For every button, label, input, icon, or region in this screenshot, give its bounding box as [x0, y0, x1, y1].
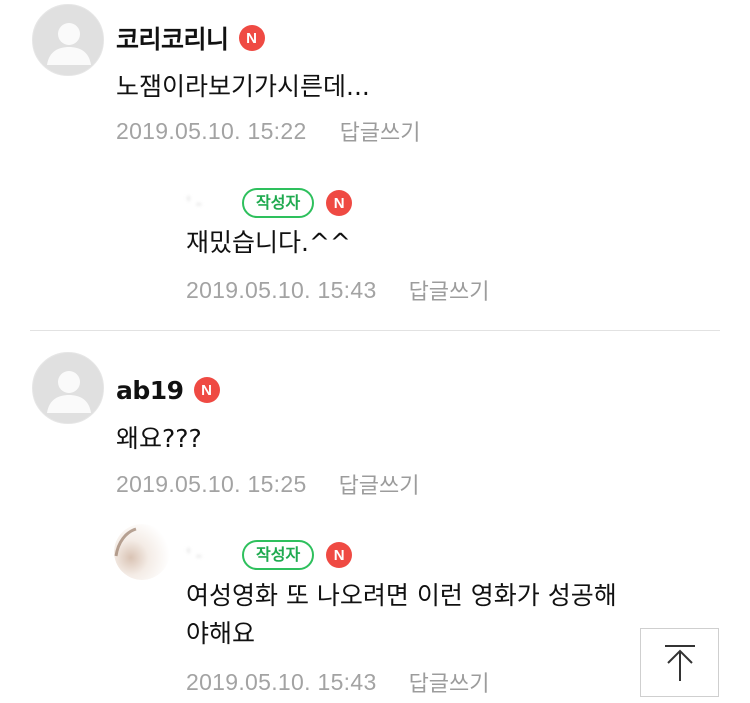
reply-header: ' - 작성자 N	[186, 186, 353, 220]
avatar[interactable]	[32, 4, 104, 76]
profile-photo-icon	[114, 172, 170, 228]
comment-meta: 2019.05.10. 15:22 답글쓰기	[116, 115, 421, 147]
avatar[interactable]	[114, 172, 170, 228]
nickname[interactable]: 코리코리니	[116, 20, 229, 56]
reply-text: 재밌습니다.^^	[186, 228, 351, 257]
reply-date: 2019.05.10. 15:43	[186, 668, 377, 695]
reply-text-line-2: 야해요	[186, 619, 256, 648]
nickname[interactable]: ' -	[186, 545, 234, 566]
new-badge: N	[326, 542, 353, 568]
reply-header: ' - 작성자 N	[186, 538, 353, 572]
comment-header: 코리코리니 N	[116, 21, 265, 55]
new-badge: N	[193, 377, 220, 403]
nickname[interactable]: ab19	[116, 376, 184, 405]
scroll-top-button[interactable]	[640, 628, 719, 697]
reply-text-line-1: 여성영화 또 나오려면 이런 영화가 성공해	[186, 581, 617, 610]
comment-meta: 2019.05.10. 15:25 답글쓰기	[116, 468, 420, 500]
comment-text: 노잼이라보기가시른데...	[116, 72, 370, 101]
reply-button[interactable]: 답글쓰기	[340, 115, 421, 147]
default-profile-icon	[33, 353, 103, 423]
reply-button[interactable]: 답글쓰기	[339, 468, 420, 500]
profile-photo-icon	[114, 524, 170, 580]
reply-button[interactable]: 답글쓰기	[409, 274, 490, 306]
comment-divider	[30, 330, 720, 331]
new-badge: N	[238, 25, 265, 51]
reply-meta: 2019.05.10. 15:43 답글쓰기	[186, 666, 490, 698]
author-badge: 작성자	[242, 188, 315, 218]
new-badge: N	[326, 190, 353, 216]
comment-date: 2019.05.10. 15:25	[116, 470, 307, 497]
author-badge: 작성자	[242, 540, 315, 570]
nickname[interactable]: ' -	[186, 193, 234, 214]
avatar[interactable]	[114, 524, 170, 580]
reply-meta: 2019.05.10. 15:43 답글쓰기	[186, 274, 490, 306]
comment-date: 2019.05.10. 15:22	[116, 117, 307, 144]
default-profile-icon	[33, 5, 103, 75]
avatar[interactable]	[32, 352, 104, 424]
comment-text: 왜요???	[116, 424, 202, 453]
reply-button[interactable]: 답글쓰기	[409, 666, 490, 698]
comment-header: ab19 N	[116, 373, 220, 407]
arrow-up-to-top-icon	[664, 644, 695, 681]
reply-date: 2019.05.10. 15:43	[186, 276, 377, 303]
